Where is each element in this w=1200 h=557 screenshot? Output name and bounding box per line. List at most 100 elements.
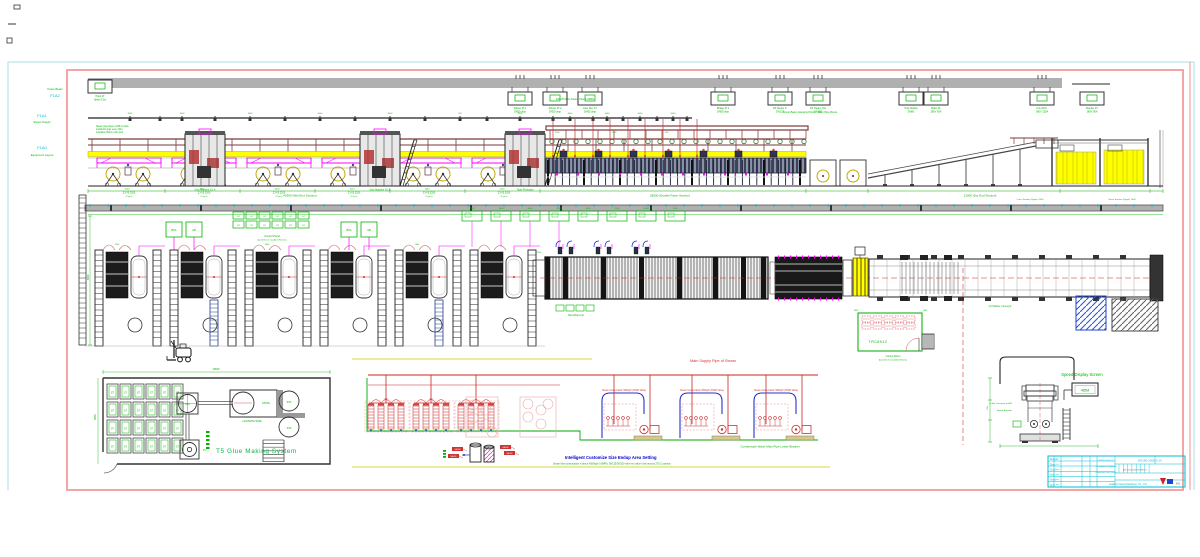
rail-unit-box <box>1080 92 1104 105</box>
cad-shape <box>413 404 419 406</box>
cad-shape <box>802 256 803 259</box>
cad-shape <box>515 453 519 455</box>
cad-label: GT <box>176 429 180 431</box>
cad-shape <box>443 450 446 452</box>
condensate-pipe <box>754 393 796 438</box>
conveyor-label: Up Stacker Conveyor <box>989 305 1012 308</box>
cad-shape <box>1120 255 1126 259</box>
cad-shape <box>517 166 531 178</box>
cad-label: 4000 <box>568 113 574 115</box>
cad-shape <box>122 440 129 451</box>
product-line: WJ250-2200-LX <box>1098 460 1114 462</box>
cad-shape <box>737 149 739 151</box>
cad-label: (2 pcs) <box>126 196 133 198</box>
cad-shape <box>1022 441 1028 443</box>
cad-shape <box>728 426 737 434</box>
cad-shape <box>206 443 210 445</box>
cad-shape <box>465 213 471 217</box>
cad-shape <box>138 276 140 278</box>
hanger-ring <box>682 139 686 143</box>
wall-section <box>79 195 86 345</box>
cad-shape <box>855 247 865 255</box>
radiator-coil <box>368 405 374 429</box>
cad-label: PU <box>203 449 207 452</box>
cad-shape <box>109 422 116 433</box>
cad-shape <box>389 118 392 121</box>
cad-shape <box>643 428 645 430</box>
cad-shape <box>906 338 919 351</box>
cad-shape <box>802 298 803 301</box>
cad-label: 2500 <box>115 244 120 246</box>
cad-shape <box>352 164 354 166</box>
floor-roll <box>128 318 142 332</box>
rail-track <box>378 250 386 346</box>
cad-label: VALVE <box>454 448 461 451</box>
cad-shape <box>178 357 183 362</box>
cad-shape <box>101 158 111 163</box>
cad-shape <box>363 276 365 278</box>
cad-label: GT <box>163 447 167 449</box>
rail-track <box>95 250 103 346</box>
cad-shape <box>814 256 815 259</box>
margin-label: Steam Supply <box>33 120 51 124</box>
cad-shape <box>109 386 116 397</box>
margin-code: F1A1 <box>37 113 47 118</box>
cad-label: (2 pcs) <box>201 196 208 198</box>
module-label: ZJ-V5 2200 <box>348 192 361 195</box>
cad-shape <box>650 426 659 434</box>
hanger-ring <box>586 139 590 143</box>
cad-shape <box>558 247 562 254</box>
section-dim: 28000 (Double Facer Section) <box>650 194 690 198</box>
cad-shape <box>519 118 522 121</box>
cad-shape <box>213 276 215 278</box>
cad-shape <box>433 404 439 406</box>
forklift <box>176 348 191 357</box>
cad-shape <box>808 298 809 301</box>
hanger-ring <box>634 139 638 143</box>
cad-shape <box>122 386 129 397</box>
cad-shape <box>672 118 675 121</box>
cad-shape <box>920 205 922 211</box>
cad-shape <box>458 404 464 406</box>
cad-shape <box>838 256 839 259</box>
cad-label: GT <box>124 447 128 449</box>
cad-shape <box>478 245 490 250</box>
cad-shape <box>463 454 465 456</box>
cad-label: 5000 <box>644 208 650 210</box>
cad-label: GT <box>150 447 154 449</box>
cad-shape <box>161 386 168 397</box>
radiator-coil <box>458 405 464 429</box>
cad-label: GT <box>289 216 293 218</box>
cad-shape <box>700 417 703 420</box>
cad-shape <box>868 142 1036 174</box>
cad-shape <box>814 298 815 301</box>
cad-label: 750 <box>458 113 462 115</box>
cad-shape <box>536 405 546 415</box>
cad-shape <box>808 256 809 259</box>
cad-shape <box>1100 205 1102 211</box>
cad-shape <box>206 431 210 433</box>
cad-label: GT <box>111 429 115 431</box>
cad-shape <box>119 246 131 251</box>
product-line: Corrugated Cardboard <box>1096 465 1118 468</box>
rail-track <box>170 250 178 346</box>
rail-unit-box <box>711 92 735 105</box>
room-caption: Control Room <box>886 355 901 358</box>
cad-shape <box>425 429 427 431</box>
cad-shape <box>802 426 811 434</box>
model-number: WJ250-2200-2-1V <box>1138 459 1162 463</box>
cad-label: GT <box>137 429 141 431</box>
logo-icon <box>1167 479 1173 484</box>
titleblock-row: Draw <box>1050 463 1056 466</box>
cad-label: 1850 <box>499 208 505 210</box>
cad-shape <box>135 404 142 415</box>
margin-code: F1A2 <box>50 93 60 98</box>
rail-track <box>528 250 536 346</box>
cad-shape <box>900 255 908 260</box>
speed-title: Speed Display Screen <box>1061 372 1103 377</box>
rail-track <box>245 250 253 346</box>
cad-shape <box>1012 255 1018 259</box>
cad-label: 1600 <box>923 310 928 312</box>
hanger-ring <box>574 139 578 143</box>
cad-shape <box>778 256 779 259</box>
